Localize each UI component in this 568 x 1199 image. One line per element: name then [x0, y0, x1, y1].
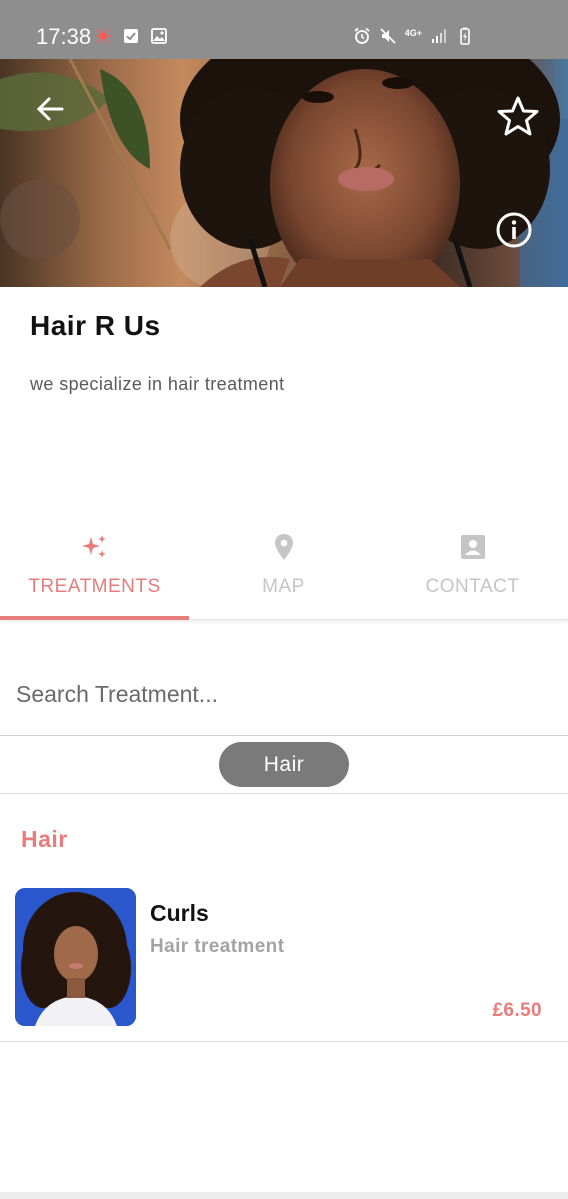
active-tab-indicator [0, 616, 189, 620]
service-list-item[interactable]: Curls Hair treatment £6.50 [0, 876, 568, 1042]
status-left-icons [94, 27, 168, 45]
hero-image [0, 59, 568, 287]
service-description: Hair treatment [150, 936, 285, 957]
info-icon [496, 212, 532, 248]
arrow-left-icon [36, 97, 64, 121]
sparkles-icon [80, 532, 110, 562]
image-icon [151, 28, 167, 44]
category-chip-row: Hair [0, 736, 568, 794]
cast-icon [95, 28, 111, 44]
battery-charging-icon [460, 27, 470, 45]
contact-card-icon [458, 532, 488, 562]
tab-bar: TREATMENTS MAP CONTACT [0, 520, 568, 620]
tab-treatments[interactable]: TREATMENTS [0, 520, 189, 620]
map-pin-icon [269, 532, 299, 562]
search-bar [0, 650, 568, 736]
favorite-button[interactable] [496, 95, 540, 139]
search-input[interactable] [16, 674, 546, 714]
network-type-label: 4G+ [404, 27, 422, 38]
status-right-icons: 4G+ [353, 27, 474, 45]
service-price: £6.50 [492, 1000, 542, 1021]
business-description: we specialize in hair treatment [30, 374, 285, 394]
hero-photo [0, 59, 568, 287]
mute-icon [380, 28, 396, 44]
business-name: Hair R Us [30, 310, 161, 341]
bottom-edge [0, 1192, 568, 1199]
star-outline-icon [497, 96, 539, 136]
tab-contact-label: CONTACT [425, 576, 520, 597]
tab-map[interactable]: MAP [189, 520, 378, 620]
category-chip-hair[interactable]: Hair [219, 742, 349, 787]
status-bar: 17:38 4G+ [0, 0, 568, 59]
service-thumbnail [15, 888, 136, 1026]
alarm-icon [354, 27, 370, 44]
check-icon [124, 29, 138, 43]
service-name: Curls [150, 900, 209, 926]
back-button[interactable] [30, 89, 70, 129]
tab-map-label: MAP [262, 576, 305, 597]
signal-icon [432, 29, 446, 43]
info-button[interactable] [494, 210, 534, 250]
status-time: 17:38 [36, 24, 92, 49]
tab-contact[interactable]: CONTACT [378, 520, 567, 620]
tab-treatments-label: TREATMENTS [28, 576, 161, 597]
section-title: Hair [21, 826, 68, 852]
